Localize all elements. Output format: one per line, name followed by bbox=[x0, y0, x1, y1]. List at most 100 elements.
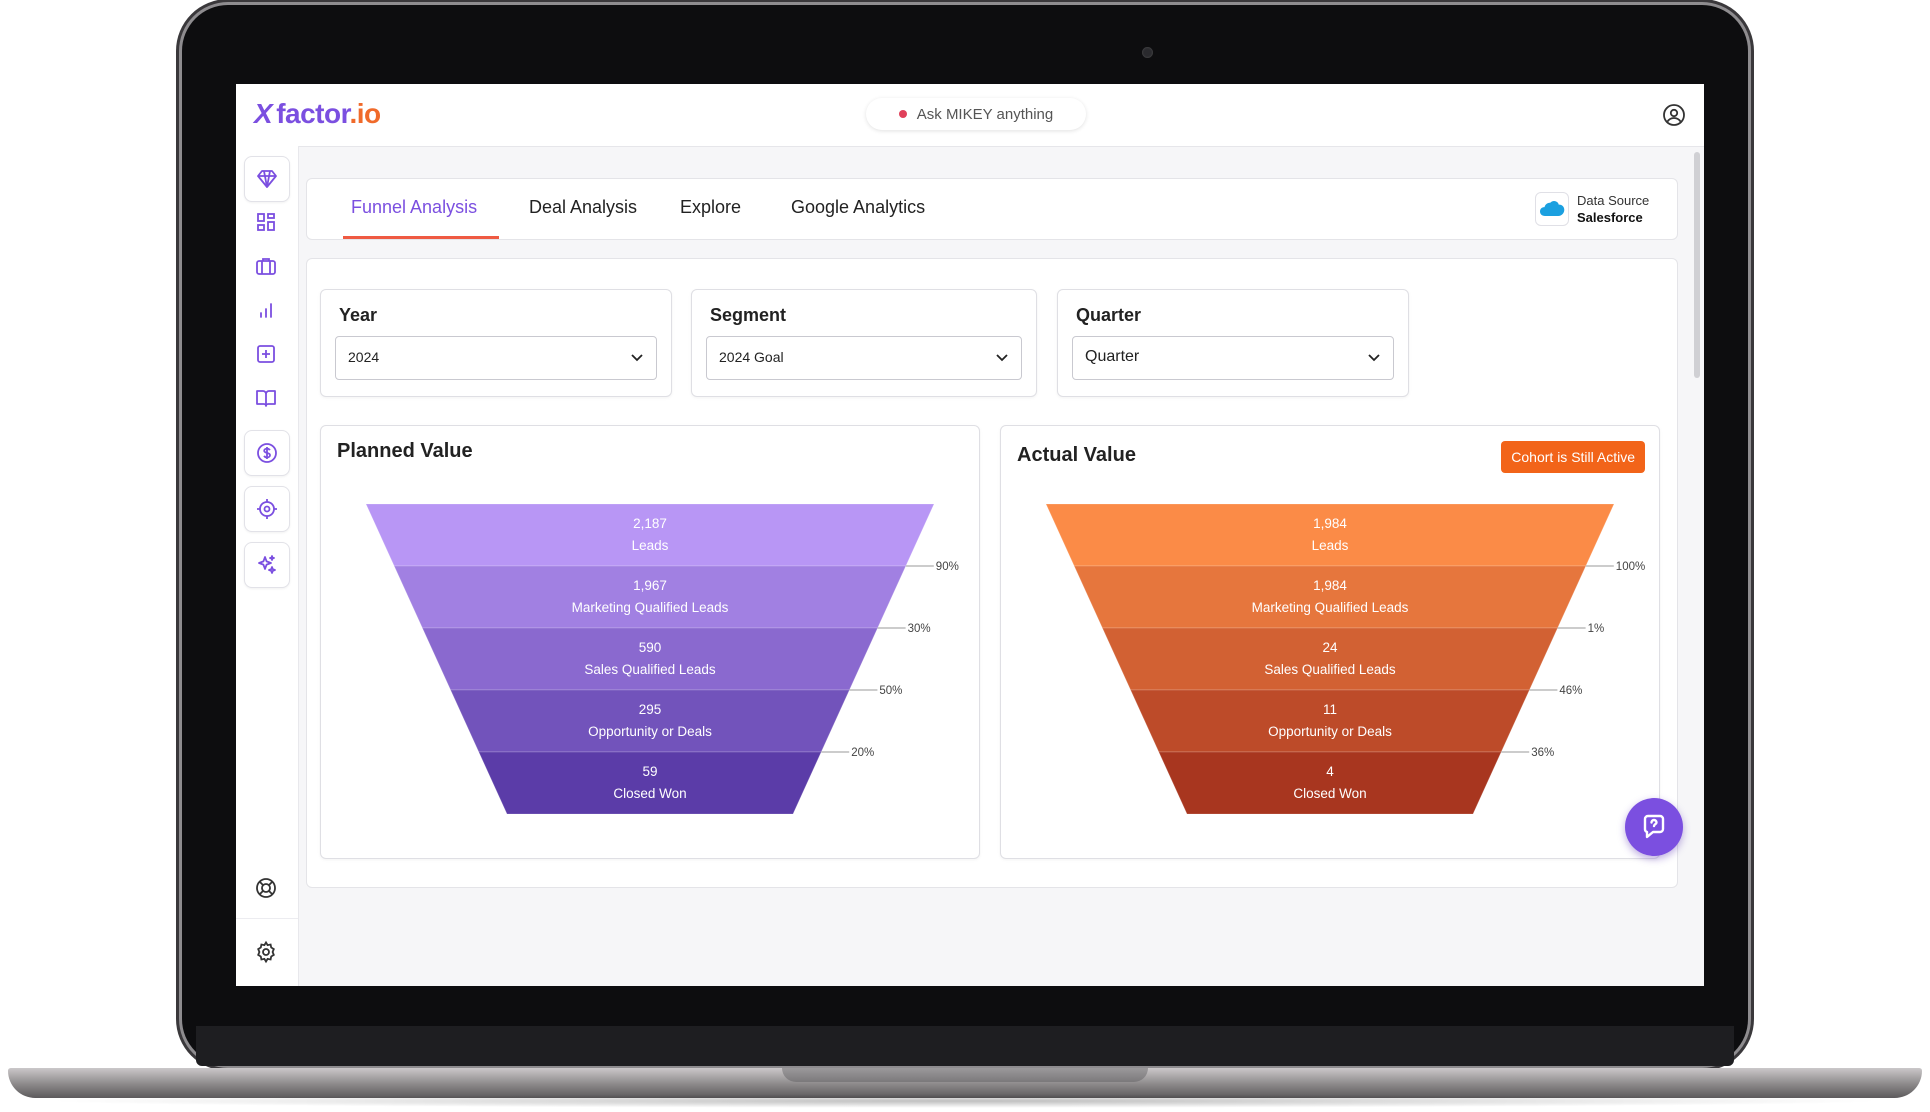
sidebar-item-playbook[interactable] bbox=[244, 376, 288, 420]
planned-stage-label-4: Opportunity or Deals bbox=[588, 724, 712, 739]
actual-stage-value-2: 1,984 bbox=[1313, 578, 1347, 593]
planned-funnel-chart: 2,187 Leads 90% 1,967 Marketing Qualified Le… bbox=[365, 503, 959, 815]
chevron-down-icon bbox=[1368, 354, 1380, 362]
actual-funnel-stage-4[interactable] bbox=[1129, 689, 1531, 753]
scrollbar[interactable] bbox=[1694, 152, 1700, 378]
actual-conversion-rate-3: 46% bbox=[1559, 685, 1582, 697]
segment-select-value: 2024 Goal bbox=[719, 349, 784, 365]
sparkle-icon bbox=[258, 555, 276, 574]
planned-stage-label-5: Closed Won bbox=[613, 786, 686, 801]
quarter-select[interactable]: Quarter bbox=[1072, 336, 1394, 380]
planned-stage-value-4: 295 bbox=[639, 702, 662, 717]
sidebar bbox=[236, 146, 299, 986]
actual-funnel-stage-5[interactable] bbox=[1158, 751, 1502, 815]
data-source-value: Salesforce bbox=[1577, 210, 1643, 225]
actual-stage-label-4: Opportunity or Deals bbox=[1268, 724, 1392, 739]
logo[interactable]: Xfactor.io bbox=[254, 98, 381, 130]
sidebar-divider bbox=[236, 918, 298, 919]
salesforce-cloud-icon bbox=[1540, 201, 1565, 216]
sidebar-item-revenue[interactable] bbox=[244, 430, 290, 476]
bar-chart-icon bbox=[260, 303, 272, 318]
sidebar-item-funnel[interactable] bbox=[244, 156, 290, 202]
planned-funnel-stage-3[interactable] bbox=[421, 627, 879, 691]
planned-conversion-rate-1: 90% bbox=[936, 561, 959, 573]
actual-funnel-stage-3[interactable] bbox=[1101, 627, 1559, 691]
actual-conversion-rate-2: 1% bbox=[1588, 623, 1605, 635]
laptop-bezel bbox=[196, 1026, 1734, 1066]
planned-stage-value-2: 1,967 bbox=[633, 578, 667, 593]
salesforce-logo bbox=[1535, 192, 1569, 226]
planned-stage-label-2: Marketing Qualified Leads bbox=[572, 600, 729, 615]
year-select-value: 2024 bbox=[348, 349, 380, 365]
user-circle-icon[interactable] bbox=[1662, 103, 1686, 127]
sidebar-item-help[interactable] bbox=[244, 866, 288, 910]
data-source-indicator[interactable]: Data Source Salesforce bbox=[1535, 189, 1659, 229]
lifebuoy-icon bbox=[256, 878, 276, 898]
webcam bbox=[1142, 47, 1153, 58]
actual-stage-value-4: 11 bbox=[1323, 702, 1337, 717]
actual-stage-value-3: 24 bbox=[1322, 640, 1338, 655]
chat-help-button[interactable] bbox=[1625, 798, 1683, 856]
top-bar: Xfactor.io Ask MIKEY anything bbox=[236, 84, 1704, 147]
quarter-select-value: Quarter bbox=[1085, 348, 1140, 365]
planned-stage-value-3: 590 bbox=[639, 640, 662, 655]
actual-conversion-rate-4: 36% bbox=[1531, 747, 1554, 759]
actual-funnel-stage-1[interactable] bbox=[1045, 503, 1615, 567]
planned-stage-value-5: 59 bbox=[642, 764, 657, 779]
chat-help-icon bbox=[1643, 814, 1665, 839]
laptop-shadow bbox=[40, 1094, 1890, 1108]
funnel-panel: Year 2024 Segment 2024 Goal Quarter Quar… bbox=[306, 258, 1678, 888]
chevron-down-icon bbox=[631, 354, 643, 362]
tab-deal-analysis[interactable]: Deal Analysis bbox=[529, 197, 637, 218]
grid-icon bbox=[257, 213, 275, 231]
segment-select[interactable]: 2024 Goal bbox=[706, 336, 1022, 380]
book-icon bbox=[256, 390, 276, 407]
sidebar-item-dashboard[interactable] bbox=[244, 200, 288, 244]
year-select[interactable]: 2024 bbox=[335, 336, 657, 380]
logo-suffix: .io bbox=[349, 98, 381, 129]
tab-google-analytics[interactable]: Google Analytics bbox=[791, 197, 925, 218]
actual-stage-label-5: Closed Won bbox=[1293, 786, 1366, 801]
actual-funnel-chart: 1,984 Leads 100% 1,984 Marketing Qualified L… bbox=[1045, 503, 1645, 815]
sidebar-item-add[interactable] bbox=[244, 332, 288, 376]
planned-stage-value-1: 2,187 bbox=[633, 516, 667, 531]
sidebar-item-reports[interactable] bbox=[244, 288, 288, 332]
data-source-text: Data Source Salesforce bbox=[1577, 192, 1649, 226]
sidebar-item-targets[interactable] bbox=[244, 486, 290, 532]
target-icon bbox=[257, 499, 277, 519]
sidebar-item-deals[interactable] bbox=[244, 244, 288, 288]
logo-word: factor bbox=[276, 98, 350, 129]
tab-bar: Funnel Analysis Deal Analysis Explore Go… bbox=[306, 178, 1678, 240]
sidebar-item-settings[interactable] bbox=[244, 930, 288, 974]
app-screen: Xfactor.io Ask MIKEY anything Funnel Ana… bbox=[236, 84, 1704, 986]
tab-funnel-analysis[interactable]: Funnel Analysis bbox=[351, 197, 477, 218]
laptop-notch bbox=[782, 1068, 1148, 1082]
planned-stage-label-1: Leads bbox=[632, 538, 669, 553]
sidebar-item-ai[interactable] bbox=[244, 542, 290, 588]
actual-stage-label-1: Leads bbox=[1312, 538, 1349, 553]
segment-filter: Segment 2024 Goal bbox=[691, 289, 1037, 397]
record-dot-icon bbox=[898, 110, 907, 118]
planned-funnel-stage-1[interactable] bbox=[365, 503, 935, 567]
actual-stage-value-5: 4 bbox=[1326, 764, 1334, 779]
tab-explore[interactable]: Explore bbox=[680, 197, 741, 218]
main-content: Funnel Analysis Deal Analysis Explore Go… bbox=[298, 146, 1704, 986]
year-filter: Year 2024 bbox=[320, 289, 672, 397]
actual-funnel-stage-2[interactable] bbox=[1073, 565, 1587, 629]
year-filter-label: Year bbox=[339, 305, 378, 325]
planned-funnel-stage-2[interactable] bbox=[393, 565, 907, 629]
planned-value-card: Planned Value 2,187 Leads 90% 1,967 Marketin… bbox=[320, 425, 980, 859]
ask-mikey-placeholder: Ask MIKEY anything bbox=[916, 105, 1054, 123]
dollar-icon bbox=[257, 443, 277, 463]
planned-conversion-rate-3: 50% bbox=[879, 685, 902, 697]
actual-conversion-rate-1: 100% bbox=[1616, 561, 1645, 573]
chevron-down-icon bbox=[996, 354, 1008, 362]
actual-value-card: Actual Value Cohort is Still Active 1,98… bbox=[1000, 425, 1660, 859]
ask-mikey-input[interactable]: Ask MIKEY anything bbox=[866, 98, 1086, 130]
gear-icon bbox=[257, 940, 275, 964]
planned-funnel-stage-4[interactable] bbox=[449, 689, 851, 753]
active-tab-indicator bbox=[343, 236, 499, 239]
planned-stage-label-3: Sales Qualified Leads bbox=[584, 662, 716, 677]
plus-square-icon bbox=[257, 345, 275, 363]
planned-funnel-stage-5[interactable] bbox=[478, 751, 822, 815]
